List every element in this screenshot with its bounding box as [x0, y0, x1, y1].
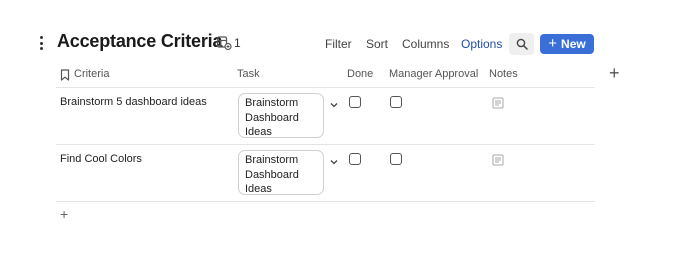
task-pill-line: Ideas — [245, 183, 272, 195]
plus-icon: + — [548, 35, 558, 52]
divider — [56, 87, 595, 88]
divider — [56, 144, 595, 145]
task-pill-line: Dashboard — [245, 168, 299, 181]
manager-approval-checkbox[interactable] — [390, 96, 402, 108]
divider — [56, 201, 595, 202]
search-button[interactable] — [509, 33, 534, 55]
cell-criteria[interactable]: Brainstorm 5 dashboard ideas — [60, 96, 207, 108]
done-checkbox[interactable] — [349, 96, 361, 108]
options-button[interactable]: Options — [461, 37, 502, 51]
manager-approval-checkbox[interactable] — [390, 153, 402, 165]
filter-button[interactable]: Filter — [325, 37, 352, 51]
task-pill-line: Brainstorm — [245, 97, 299, 109]
task-relation-pill[interactable]: Brainstorm Dashboard Ideas — [238, 93, 324, 138]
task-pill-line: Brainstorm — [245, 154, 299, 166]
column-header-notes[interactable]: Notes — [489, 68, 518, 80]
done-checkbox[interactable] — [349, 153, 361, 165]
new-button[interactable]: + New — [540, 34, 594, 54]
add-row-button[interactable]: + — [60, 207, 68, 221]
chevron-down-icon[interactable] — [329, 154, 339, 165]
column-header-done[interactable]: Done — [347, 68, 373, 80]
notes-icon[interactable] — [492, 153, 504, 166]
notes-icon[interactable] — [492, 96, 504, 109]
search-icon — [516, 38, 528, 50]
bookmark-icon — [60, 68, 71, 81]
add-column-button[interactable]: + — [609, 64, 620, 82]
task-relation-pill[interactable]: Brainstorm Dashboard Ideas — [238, 150, 324, 195]
task-pill-line: Dashboard — [245, 111, 299, 124]
task-pill-line: Ideas — [245, 126, 272, 138]
sort-button[interactable]: Sort — [366, 37, 388, 51]
more-options-icon[interactable] — [36, 36, 46, 50]
columns-button[interactable]: Columns — [402, 37, 449, 51]
column-header-manager-approval[interactable]: Manager Approval — [389, 68, 478, 80]
page-title: Acceptance Criteria — [57, 31, 223, 51]
chevron-down-icon[interactable] — [329, 97, 339, 108]
column-header-task[interactable]: Task — [237, 68, 260, 80]
linked-count: 1 — [234, 36, 241, 50]
new-button-label: New — [561, 37, 586, 51]
cell-criteria[interactable]: Find Cool Colors — [60, 153, 142, 165]
column-header-criteria[interactable]: Criteria — [74, 68, 109, 80]
linked-database-icon[interactable] — [216, 35, 232, 51]
